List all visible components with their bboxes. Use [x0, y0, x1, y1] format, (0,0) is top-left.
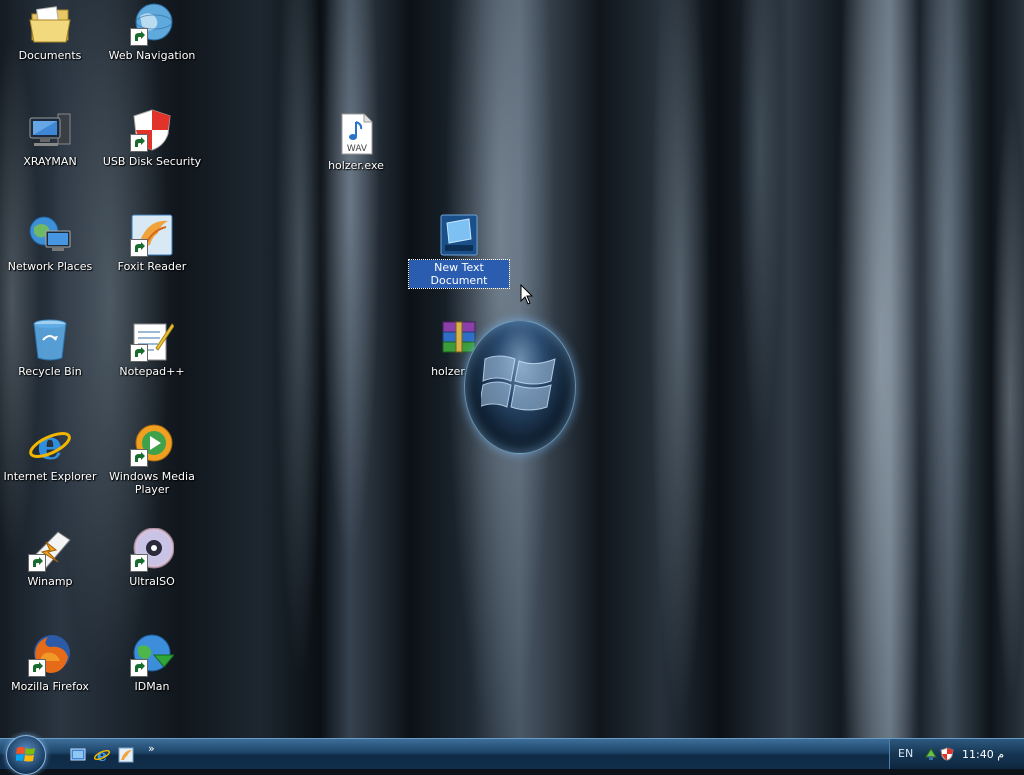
icon-label: Foxit Reader: [117, 260, 187, 273]
shortcut-arrow-icon: [130, 239, 148, 257]
network-tray-icon[interactable]: [924, 747, 938, 761]
wav-badge: WAV: [347, 144, 368, 154]
mouse-cursor-icon: [520, 284, 534, 305]
internet-explorer-icon: e: [28, 422, 72, 469]
quick-launch-more-chevron[interactable]: »: [148, 742, 155, 755]
desktop-icon-windows-media-player[interactable]: Windows Media Player: [102, 423, 202, 496]
foxit-reader-icon[interactable]: [118, 747, 134, 763]
documents-folder-icon: [28, 2, 72, 46]
start-button[interactable]: [6, 735, 46, 775]
icon-label: Notepad++: [119, 365, 185, 378]
foxit-reader-icon: [130, 213, 174, 257]
shortcut-arrow-icon: [130, 659, 148, 677]
icon-label: IDMan: [134, 680, 170, 693]
ultraiso-disc-icon: [130, 527, 175, 572]
clock[interactable]: 11:40 م: [962, 748, 1004, 761]
notepad-plus-plus-icon: [130, 318, 175, 362]
taskbar: e » EN 11:40 م: [0, 735, 1024, 775]
desktop-icon-web-navigation[interactable]: Web Navigation: [102, 2, 202, 62]
desktop-icon-ultraiso[interactable]: UltraISO: [102, 527, 202, 588]
desktop-icon-winamp[interactable]: Winamp: [0, 528, 100, 588]
usb-security-tray-icon[interactable]: [940, 747, 954, 761]
shortcut-arrow-icon: [130, 554, 148, 572]
desktop-icon-holzer-wav[interactable]: WAV holzer.exe: [306, 112, 406, 172]
idman-globe-icon: [130, 633, 176, 677]
firefox-icon: [28, 633, 72, 677]
usb-disk-security-shield-icon: [130, 108, 174, 152]
start-orb-icon: [16, 747, 35, 762]
text-document-icon: [437, 213, 481, 257]
shortcut-arrow-icon: [28, 554, 46, 572]
desktop-icon-foxit-reader[interactable]: Foxit Reader: [102, 213, 202, 273]
shortcut-arrow-icon: [130, 449, 148, 467]
web-navigation-globe-icon: [130, 2, 174, 46]
shortcut-arrow-icon: [130, 28, 148, 46]
desktop-icon-recycle-bin[interactable]: Recycle Bin: [0, 318, 100, 378]
computer-icon: [28, 108, 72, 152]
shortcut-arrow-icon: [28, 659, 46, 677]
svg-text:e: e: [37, 423, 62, 467]
system-tray: EN 11:40 م: [889, 739, 1024, 769]
icon-label: XRAYMAN: [23, 155, 77, 168]
recycle-bin-icon: [28, 318, 72, 362]
desktop-icon-notepad-plus-plus[interactable]: Notepad++: [102, 318, 202, 378]
internet-explorer-icon[interactable]: e: [94, 747, 110, 763]
icon-label: Mozilla Firefox: [11, 680, 89, 693]
desktop[interactable]: Documents Web Navigation XRAYMAN USB Dis…: [0, 0, 1024, 738]
icon-label: Windows Media Player: [109, 470, 195, 496]
desktop-icon-new-text-document[interactable]: New Text Document: [408, 213, 510, 289]
wav-file-icon: WAV: [334, 112, 378, 156]
desktop-icon-internet-explorer[interactable]: e Internet Explorer: [0, 422, 100, 483]
shortcut-arrow-icon: [130, 134, 148, 152]
desktop-icon-idman[interactable]: IDMan: [102, 633, 202, 693]
icon-label-editing[interactable]: New Text Document: [408, 259, 510, 289]
desktop-icon-documents[interactable]: Documents: [0, 2, 100, 62]
desktop-icon-mozilla-firefox[interactable]: Mozilla Firefox: [0, 633, 100, 693]
desktop-icon-network-places[interactable]: Network Places: [0, 213, 100, 273]
icon-label: Internet Explorer: [3, 470, 97, 483]
icon-label: holzer.exe: [328, 159, 384, 172]
icon-label: Network Places: [7, 260, 93, 273]
icon-label: Web Navigation: [108, 49, 196, 62]
winamp-icon: [28, 528, 72, 572]
show-desktop-icon[interactable]: [70, 747, 86, 763]
icon-label: Winamp: [27, 575, 73, 588]
language-indicator[interactable]: EN: [898, 747, 913, 760]
windows-logo-orb: [464, 320, 576, 454]
icon-label: Recycle Bin: [18, 365, 82, 378]
shortcut-arrow-icon: [130, 344, 148, 362]
desktop-icon-usb-disk-security[interactable]: USB Disk Security: [102, 108, 202, 168]
svg-text:e: e: [97, 747, 107, 763]
icon-label: Documents: [18, 49, 82, 62]
windows-media-player-icon: [130, 423, 174, 467]
icon-label: USB Disk Security: [102, 155, 202, 168]
network-places-icon: [28, 213, 72, 257]
desktop-icon-xrayman[interactable]: XRAYMAN: [0, 108, 100, 168]
icon-label: UltraISO: [129, 575, 175, 588]
